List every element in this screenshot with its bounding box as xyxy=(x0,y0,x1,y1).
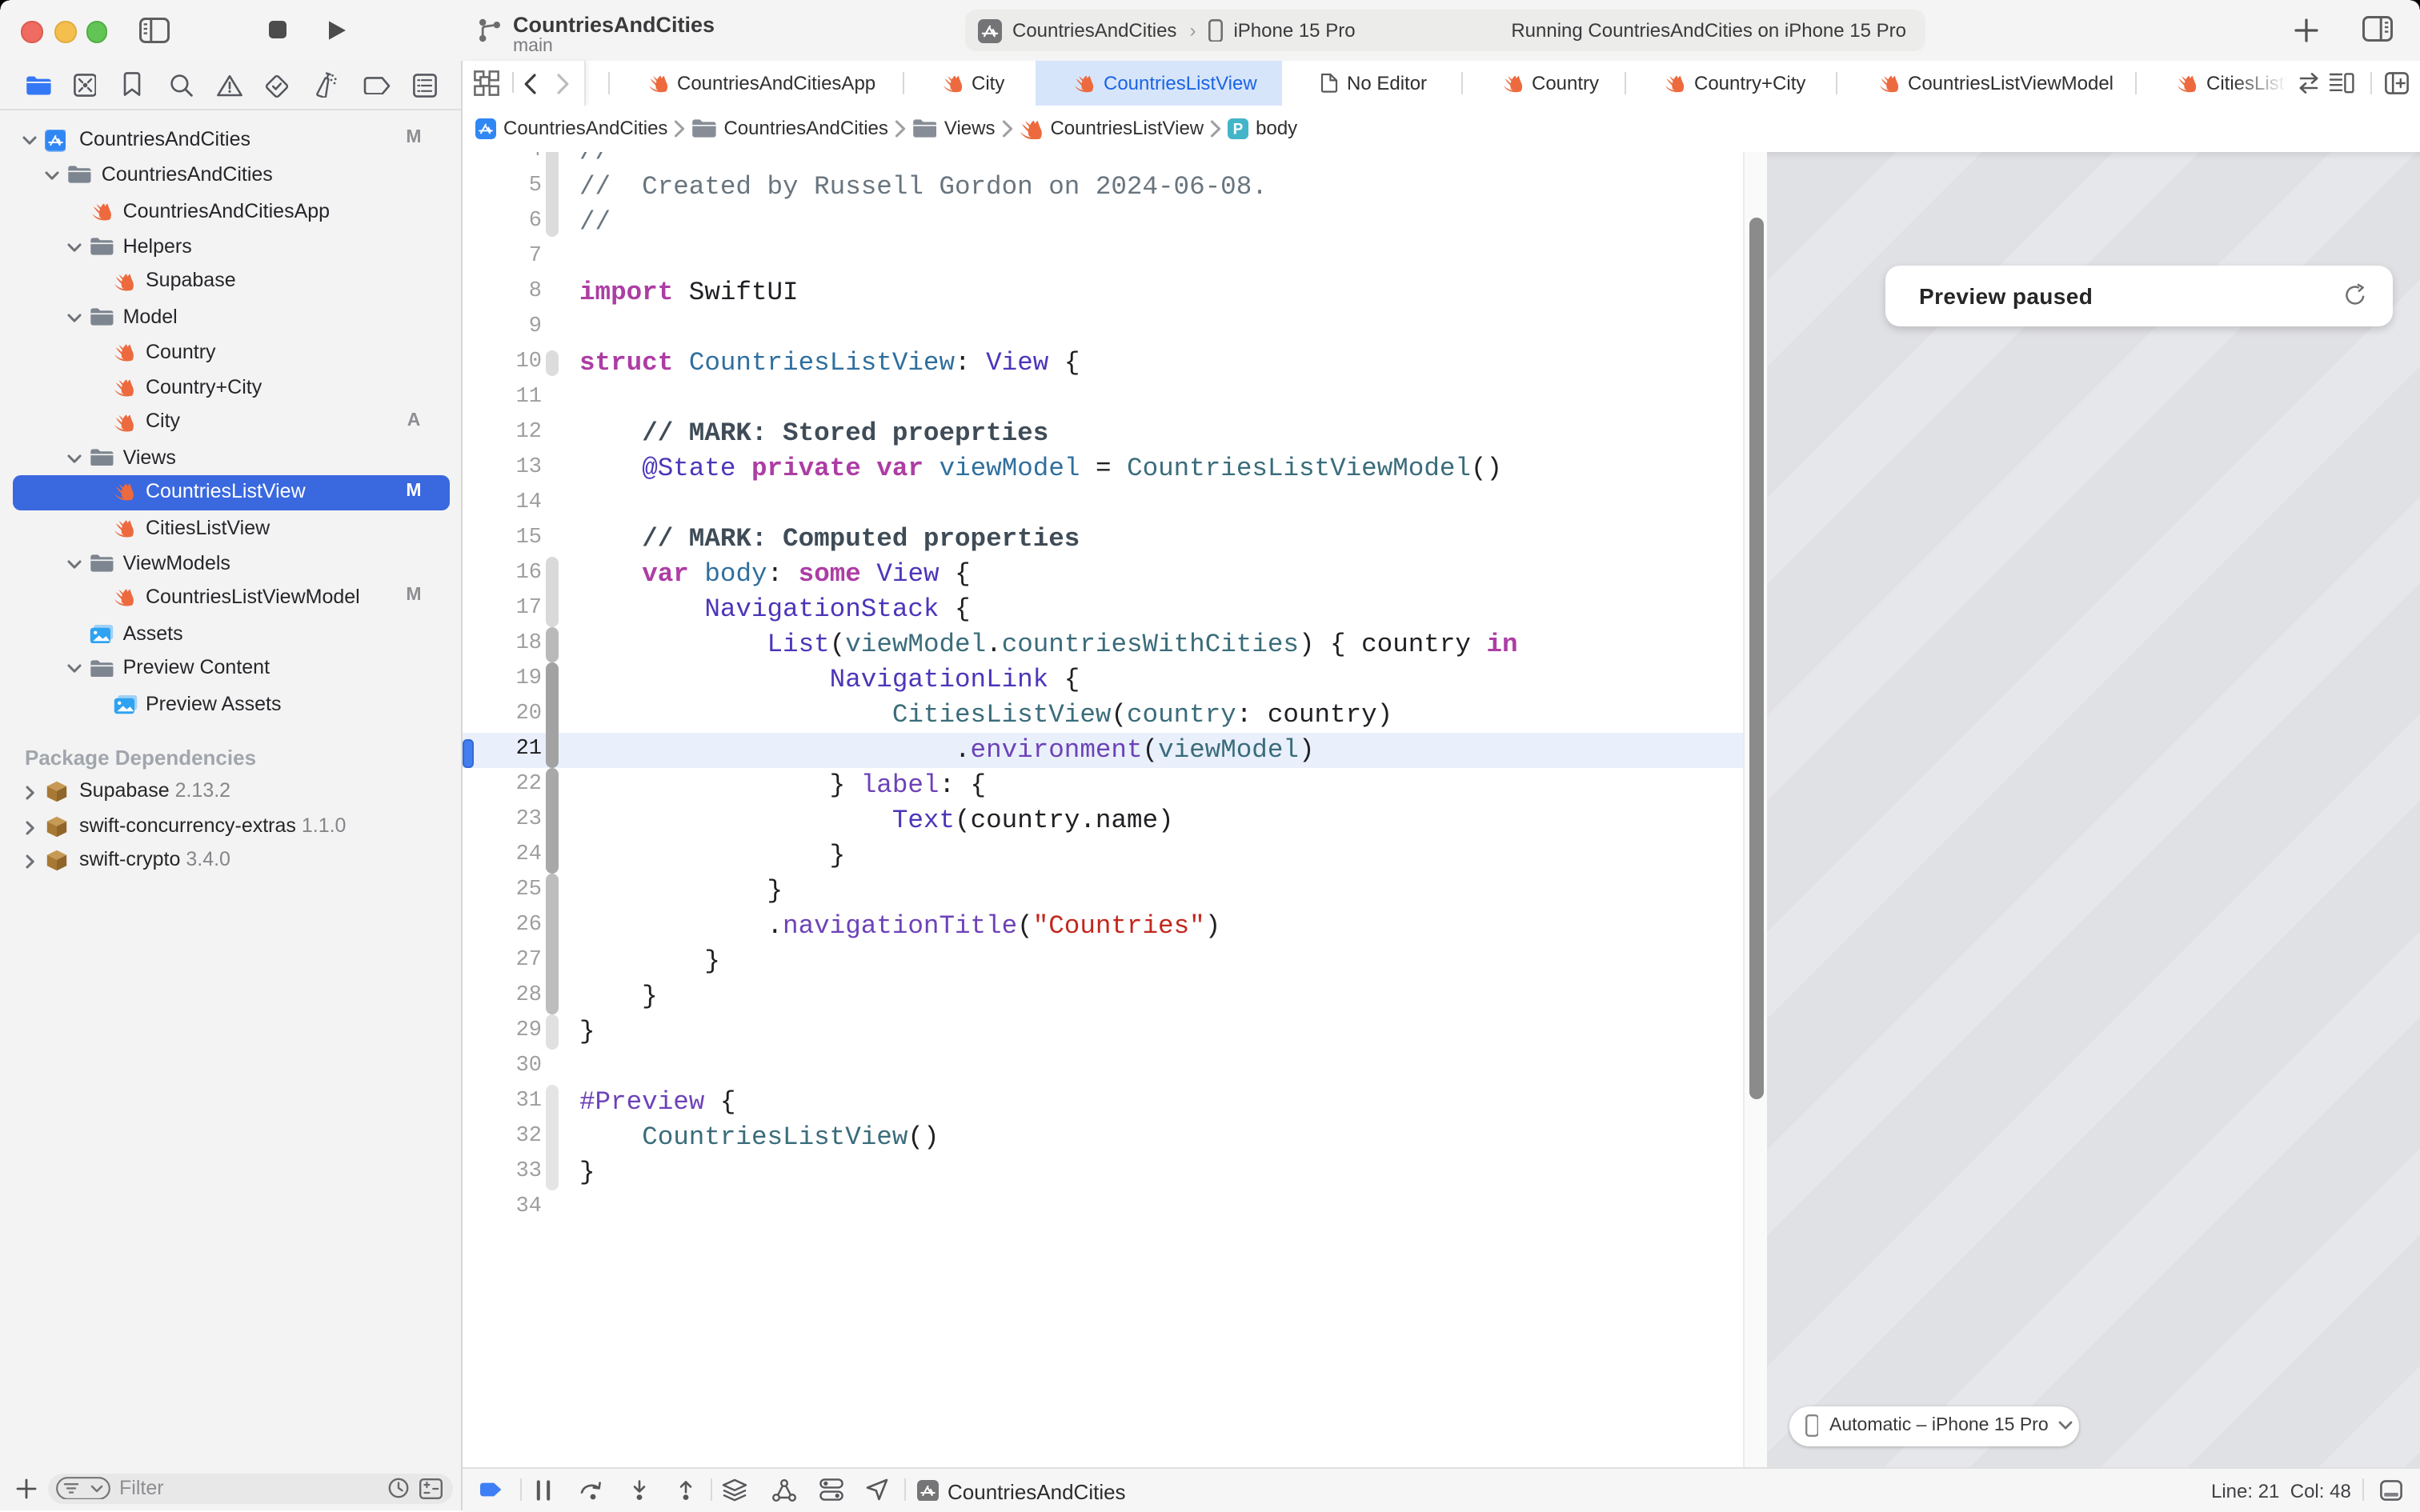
svg-text:P: P xyxy=(1233,121,1244,138)
